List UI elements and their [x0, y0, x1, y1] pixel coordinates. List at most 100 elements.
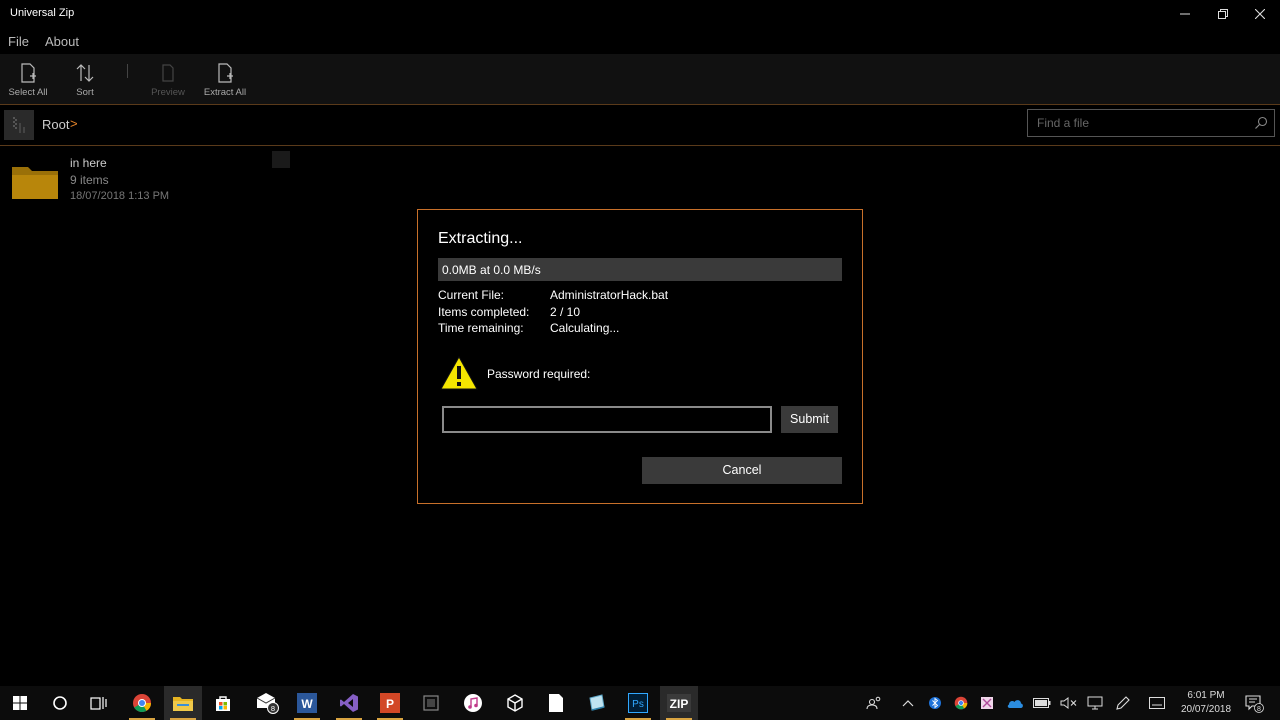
- taskbar-app-blue[interactable]: [578, 686, 616, 720]
- task-view-icon: [90, 697, 107, 710]
- item-checkbox[interactable]: [272, 151, 290, 168]
- taskbar-unity[interactable]: [496, 686, 534, 720]
- network-icon: [1087, 696, 1103, 710]
- chevron-up-icon: [902, 700, 914, 707]
- items-completed-value: 2 / 10: [550, 305, 581, 319]
- submit-button[interactable]: Submit: [781, 406, 838, 433]
- cancel-button[interactable]: Cancel: [642, 457, 842, 484]
- pen-icon: [1116, 696, 1130, 710]
- volume-button[interactable]: [1058, 686, 1080, 720]
- taskbar-mail[interactable]: 8: [248, 686, 286, 720]
- taskbar-app-gray[interactable]: [412, 686, 450, 720]
- list-item[interactable]: in here 9 items 18/07/2018 1:13 PM: [8, 153, 278, 209]
- file-item-count: 9 items: [70, 173, 109, 187]
- select-all-button[interactable]: Select All: [0, 62, 56, 102]
- sort-label: Sort: [76, 87, 94, 98]
- word-letter: W: [301, 697, 313, 711]
- menu-file[interactable]: File: [8, 34, 29, 49]
- battery-icon: [1033, 698, 1051, 708]
- folder-icon: [12, 167, 58, 199]
- menu-about[interactable]: About: [45, 34, 79, 49]
- unity-icon: [507, 694, 523, 712]
- file-explorer-icon: [173, 697, 193, 711]
- time-remaining-label: Time remaining:: [438, 321, 524, 335]
- minimize-icon: [1180, 13, 1190, 15]
- file-name: in here: [70, 156, 107, 170]
- mail-icon: 8: [256, 693, 279, 714]
- extract-dialog: Extracting... 0.0MB at 0.0 MB/s Current …: [417, 209, 863, 504]
- taskbar-photoshop[interactable]: Ps: [619, 686, 657, 720]
- taskbar-chrome[interactable]: [123, 686, 161, 720]
- progress-bar: 0.0MB at 0.0 MB/s: [438, 258, 842, 281]
- itunes-icon: [464, 694, 482, 712]
- cortana-icon: [53, 696, 67, 710]
- close-button[interactable]: [1240, 0, 1280, 28]
- extract-all-button[interactable]: Extract All: [197, 62, 253, 102]
- start-button[interactable]: [1, 686, 39, 720]
- current-file-value: AdministratorHack.bat: [550, 288, 669, 302]
- mail-badge: 8: [271, 704, 275, 713]
- app-window-icon: [423, 695, 439, 711]
- document-icon: [549, 694, 563, 712]
- tray-chrome[interactable]: [951, 686, 971, 720]
- taskbar-notepad[interactable]: [537, 686, 575, 720]
- preview-label: Preview: [151, 87, 185, 98]
- breadcrumb-root[interactable]: Root: [42, 117, 69, 132]
- show-hidden-icons-button[interactable]: [898, 686, 918, 720]
- chrome-icon: [133, 694, 151, 713]
- preview-button[interactable]: Preview: [140, 62, 196, 102]
- network-button[interactable]: [1084, 686, 1106, 720]
- taskbar-itunes[interactable]: [454, 686, 492, 720]
- action-center-button[interactable]: 8: [1242, 686, 1266, 720]
- clock[interactable]: 6:01 PM 20/07/2018: [1176, 689, 1236, 717]
- extract-all-label: Extract All: [203, 87, 247, 98]
- taskbar-store[interactable]: [204, 686, 242, 720]
- pen-workspace-button[interactable]: [1112, 686, 1134, 720]
- sort-button[interactable]: Sort: [57, 62, 113, 102]
- sort-icon: [76, 64, 94, 82]
- onedrive-button[interactable]: [1004, 686, 1026, 720]
- select-all-label: Select All: [8, 87, 48, 98]
- word-icon: W: [297, 693, 317, 713]
- task-view-button[interactable]: [80, 686, 118, 720]
- zip-archive-icon: [13, 117, 25, 133]
- taskbar-powerpoint[interactable]: P: [371, 686, 409, 720]
- clock-time: 6:01 PM: [1187, 690, 1225, 701]
- people-button[interactable]: [862, 686, 886, 720]
- taskbar-word[interactable]: W: [288, 686, 326, 720]
- restore-icon: [1218, 9, 1228, 19]
- search-icon[interactable]: [1254, 116, 1268, 130]
- touch-keyboard-button[interactable]: [1146, 686, 1168, 720]
- dialog-title: Extracting...: [438, 230, 523, 247]
- archive-icon[interactable]: [4, 110, 34, 140]
- onedrive-icon: [1007, 700, 1023, 708]
- tray-app[interactable]: [977, 686, 997, 720]
- bluetooth-icon: [929, 697, 941, 709]
- menu-bar: File About: [0, 30, 300, 52]
- notifications-badge: 8: [1257, 706, 1261, 713]
- search-input[interactable]: [1028, 110, 1248, 136]
- toolbar-separator: [127, 64, 128, 78]
- app-tray-icon: [981, 697, 993, 709]
- search-box: [1027, 109, 1275, 137]
- bluetooth-button[interactable]: [925, 686, 945, 720]
- preview-icon: [162, 64, 174, 82]
- visual-studio-icon: [340, 694, 358, 712]
- maximize-button[interactable]: [1203, 0, 1243, 28]
- windows-icon: [13, 696, 27, 710]
- minimize-button[interactable]: [1165, 0, 1205, 28]
- volume-muted-icon: [1060, 697, 1077, 709]
- breadcrumb-chevron-icon: >: [70, 116, 78, 131]
- toolbar: Select All Sort Preview Extract All: [0, 54, 1280, 105]
- time-remaining-value: Calculating...: [550, 321, 620, 335]
- zip-letter: ZIP: [670, 697, 689, 711]
- title-bar: Universal Zip: [0, 0, 1280, 28]
- zip-icon: ZIP: [667, 694, 691, 712]
- taskbar-file-explorer[interactable]: [164, 686, 202, 720]
- cortana-button[interactable]: [41, 686, 79, 720]
- taskbar-visual-studio[interactable]: [330, 686, 368, 720]
- items-completed-label: Items completed:: [438, 305, 530, 319]
- battery-button[interactable]: [1031, 686, 1053, 720]
- taskbar-universal-zip[interactable]: ZIP: [660, 686, 698, 720]
- password-input[interactable]: [442, 406, 772, 433]
